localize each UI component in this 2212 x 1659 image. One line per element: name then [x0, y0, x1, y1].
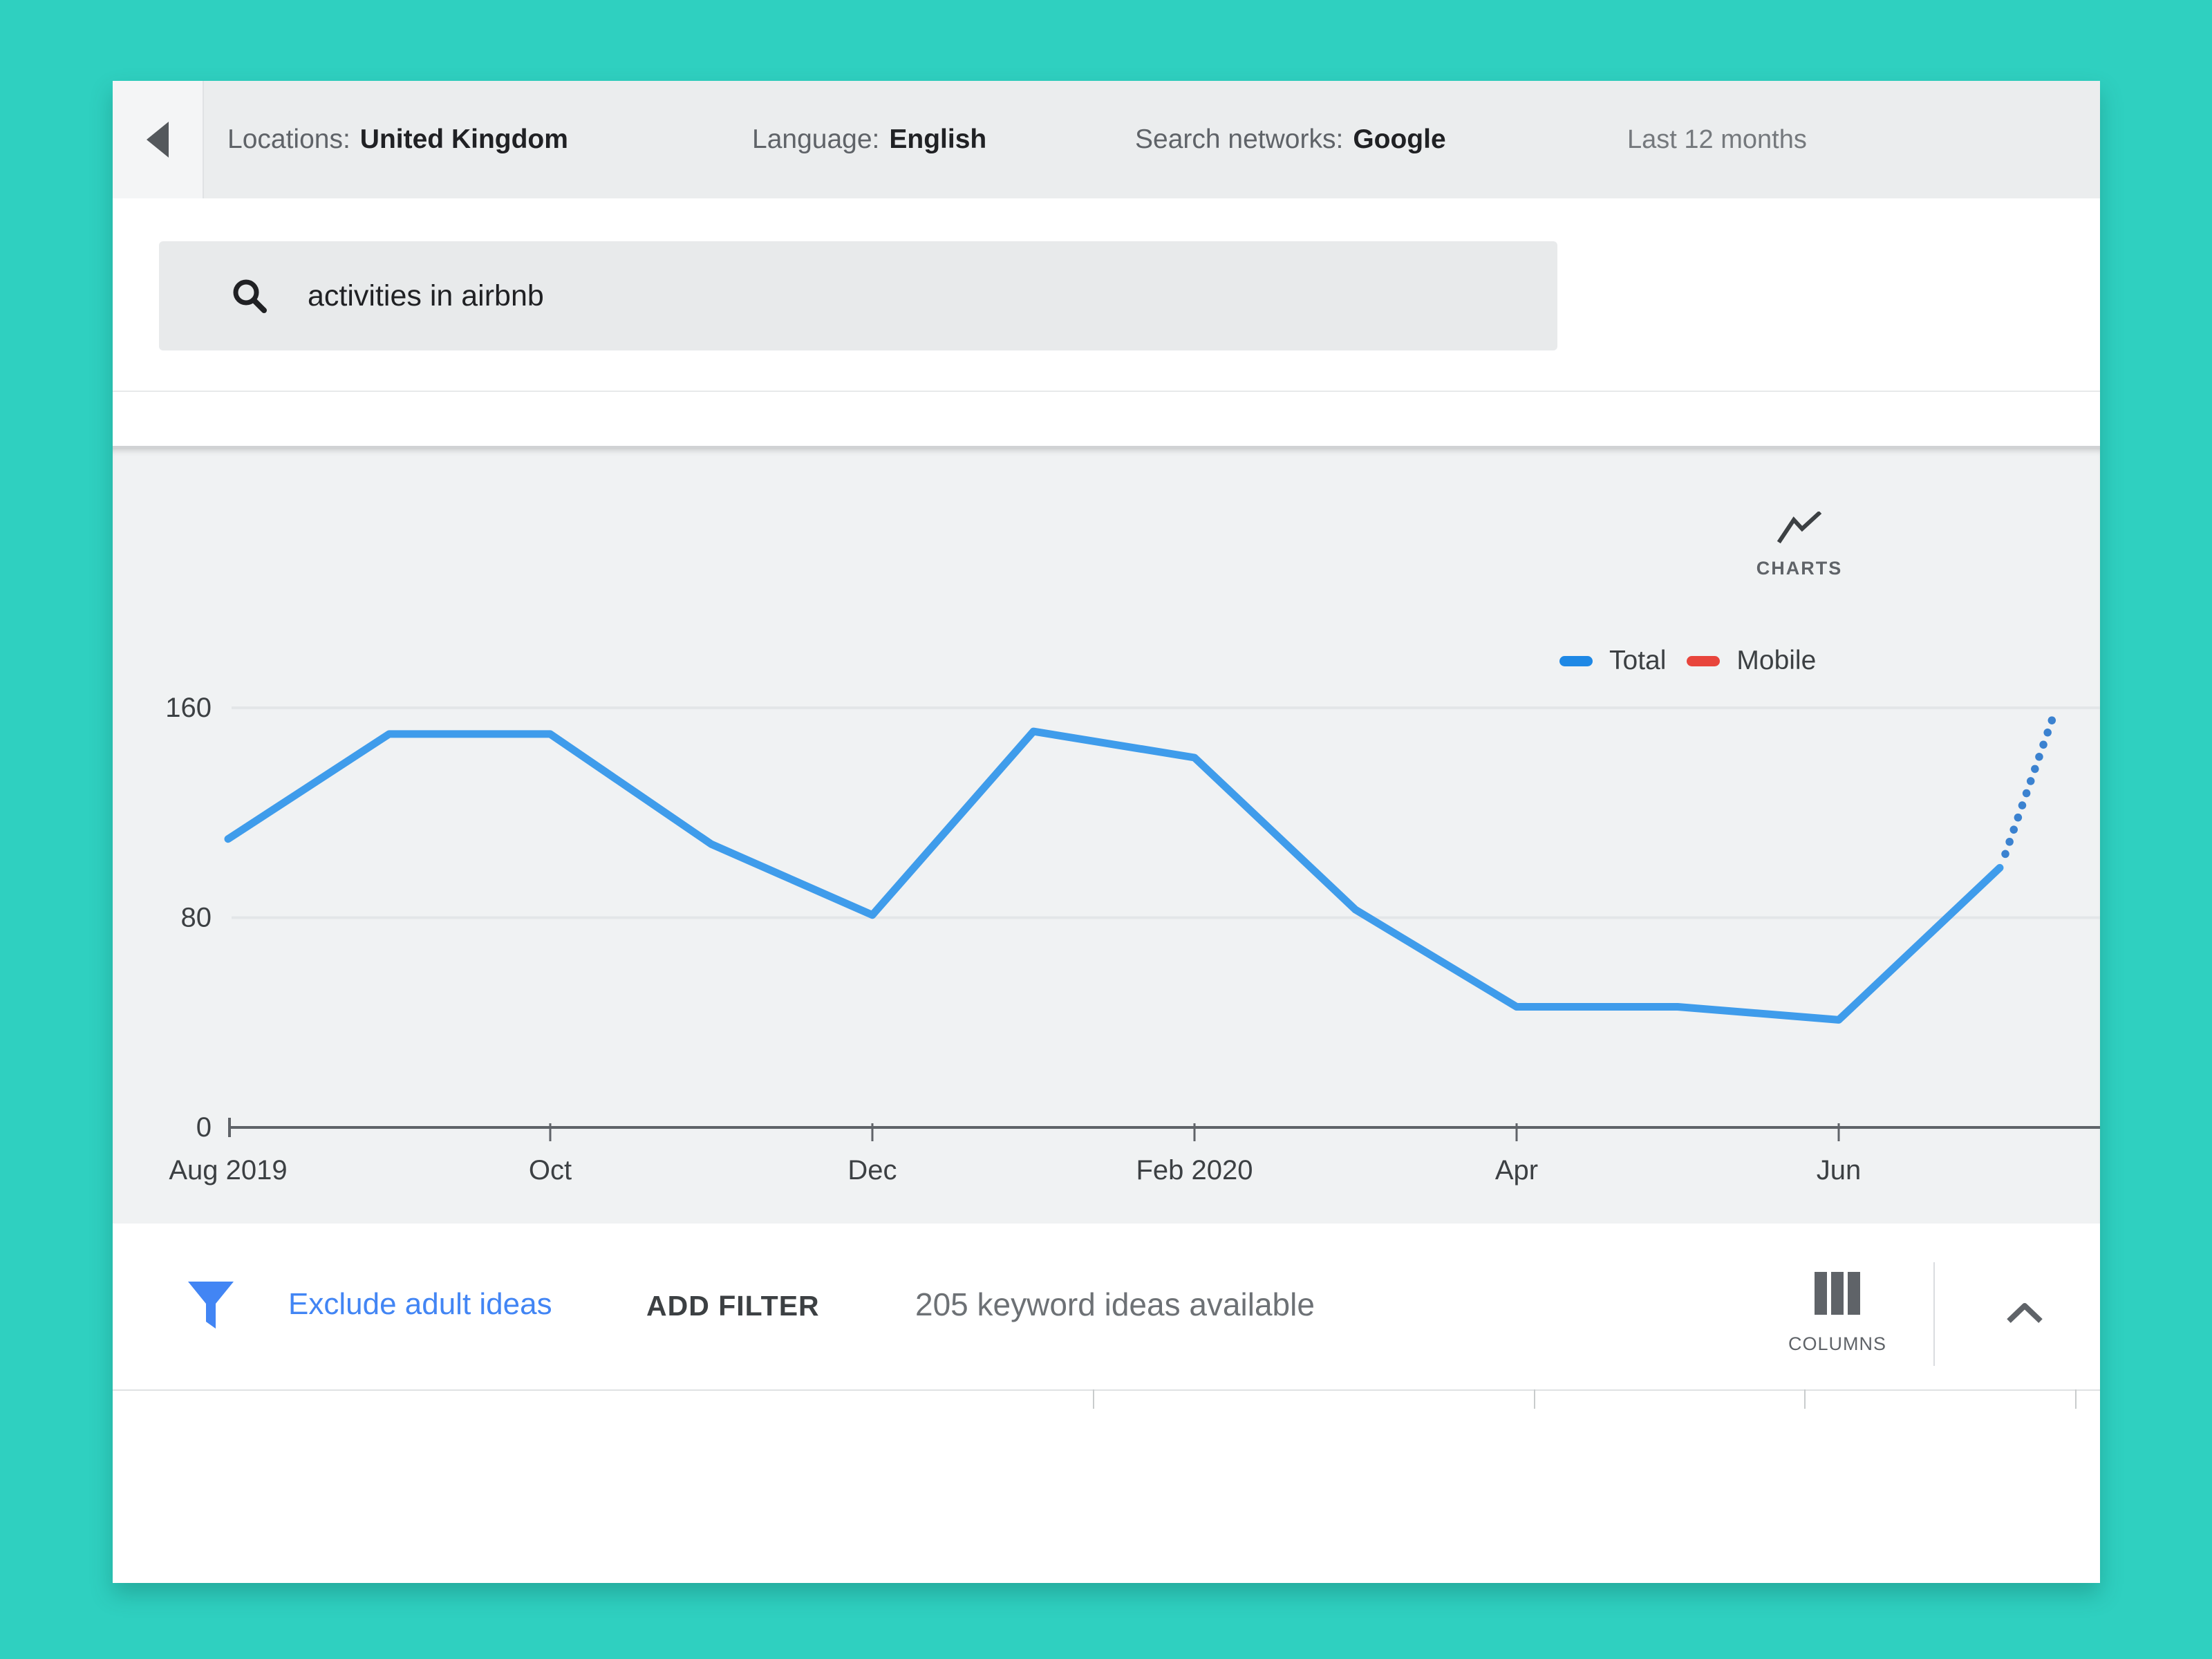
chart-legend: Total Mobile: [1559, 646, 1816, 676]
column-divider-tick: [2075, 1389, 2077, 1409]
add-filter-button[interactable]: ADD FILTER: [646, 1290, 820, 1322]
svg-text:Feb 2020: Feb 2020: [1136, 1155, 1253, 1185]
legend-total-label: Total: [1609, 646, 1666, 676]
locations-value: United Kingdom: [360, 124, 568, 155]
svg-text:0: 0: [196, 1112, 212, 1143]
search-networks-value: Google: [1353, 124, 1445, 155]
column-divider-tick: [1534, 1389, 1535, 1409]
columns-button-label: COLUMNS: [1785, 1333, 1889, 1355]
filter-funnel-icon: [187, 1280, 235, 1333]
language-label: Language:: [752, 124, 879, 155]
locations-label: Locations:: [227, 124, 350, 155]
search-row: activities in airbnb: [113, 198, 2100, 392]
exclude-adult-ideas-link[interactable]: Exclude adult ideas: [288, 1287, 552, 1322]
toolbar-divider: [1933, 1262, 1935, 1366]
search-networks-label: Search networks:: [1135, 124, 1343, 155]
column-divider-tick: [1804, 1389, 1806, 1409]
collapse-panel-button[interactable]: [1997, 1293, 2052, 1334]
svg-text:160: 160: [165, 693, 212, 723]
app-panel: Locations: United Kingdom Language: Engl…: [113, 81, 2100, 1583]
columns-icon: [1812, 1272, 1863, 1315]
svg-text:Oct: Oct: [529, 1155, 572, 1185]
language-setting[interactable]: Language: English: [752, 81, 986, 198]
chevron-up-icon: [2006, 1303, 2043, 1324]
total-series-swatch: [1559, 656, 1593, 666]
back-arrow-icon: [147, 122, 169, 158]
date-range-setting[interactable]: Last 12 months: [1627, 81, 1807, 198]
charts-button[interactable]: CHARTS: [1738, 512, 1860, 579]
search-input[interactable]: activities in airbnb: [159, 241, 1557, 350]
columns-button[interactable]: COLUMNS: [1785, 1272, 1889, 1355]
legend-item-total: Total: [1559, 646, 1666, 676]
table-top-border: [113, 1389, 2100, 1391]
search-networks-setting[interactable]: Search networks: Google: [1135, 81, 1446, 198]
svg-text:Aug 2019: Aug 2019: [169, 1155, 287, 1185]
locations-setting[interactable]: Locations: United Kingdom: [227, 81, 568, 198]
date-range-value: Last 12 months: [1627, 125, 1807, 155]
filter-bar: Exclude adult ideas ADD FILTER 205 keywo…: [113, 1224, 2100, 1389]
svg-text:Jun: Jun: [1817, 1155, 1862, 1185]
language-value: English: [889, 124, 986, 155]
keyword-ideas-count: 205 keyword ideas available: [915, 1286, 1315, 1323]
legend-mobile-label: Mobile: [1736, 646, 1816, 676]
line-chart-icon: [1777, 512, 1822, 545]
search-query-text: activities in airbnb: [308, 279, 544, 313]
trend-chart-card: 0 80 160 Aug 2019 Oct Dec Feb 2020 Apr Jun CHART…: [113, 446, 2100, 1224]
svg-text:Apr: Apr: [1495, 1155, 1538, 1185]
svg-text:Dec: Dec: [847, 1155, 897, 1185]
legend-item-mobile: Mobile: [1687, 646, 1816, 676]
column-divider-tick: [1093, 1389, 1094, 1409]
search-icon: [232, 278, 268, 314]
settings-toolbar: Locations: United Kingdom Language: Engl…: [113, 81, 2100, 198]
mobile-series-swatch: [1687, 656, 1720, 666]
charts-button-label: CHARTS: [1738, 558, 1860, 579]
back-button[interactable]: [113, 81, 204, 198]
svg-text:80: 80: [181, 902, 212, 932]
